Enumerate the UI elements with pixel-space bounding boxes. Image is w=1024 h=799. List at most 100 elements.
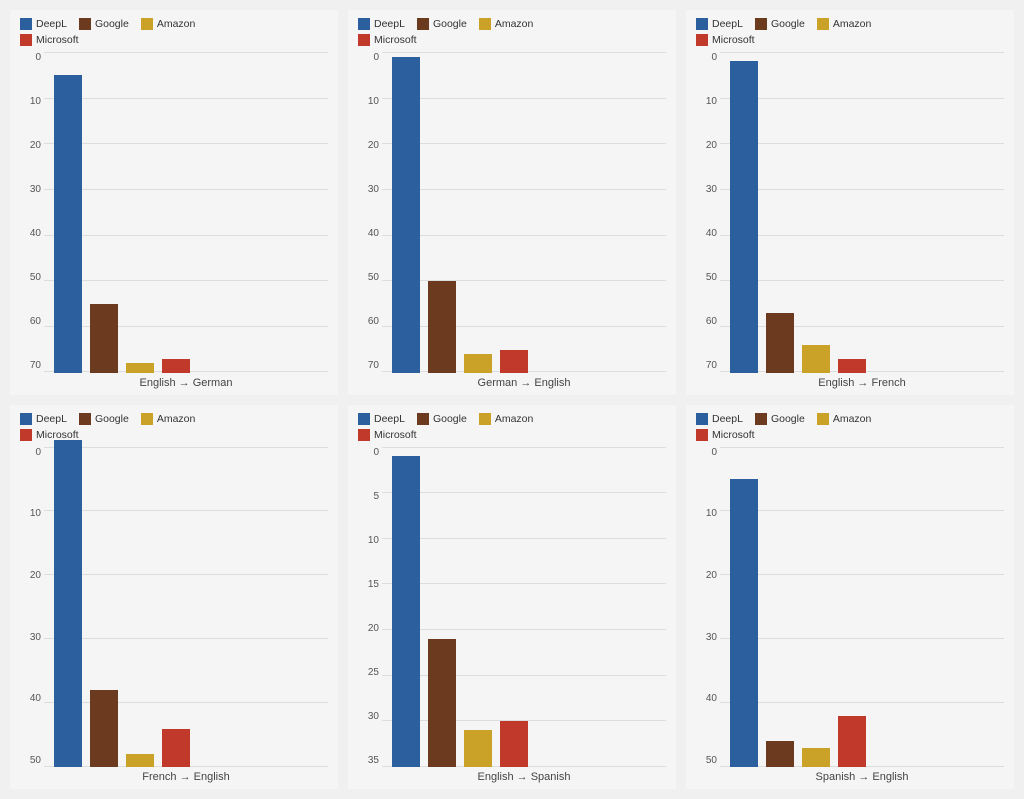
legend-swatch-google xyxy=(755,18,767,30)
bars-container-fr-en xyxy=(44,447,328,768)
bar-deepl xyxy=(392,57,420,373)
legend-swatch-google xyxy=(755,413,767,425)
bars-container-en-fr xyxy=(720,52,1004,373)
y-tick: 50 xyxy=(696,755,717,766)
y-tick: 30 xyxy=(358,184,379,195)
bars-inner-en-es xyxy=(382,447,666,768)
y-tick: 60 xyxy=(696,316,717,327)
bars-inner-en-de xyxy=(44,52,328,373)
legend-swatch-microsoft xyxy=(20,429,32,441)
legend-label-google: Google xyxy=(771,18,805,30)
legend-label-google: Google xyxy=(771,413,805,425)
bar-deepl xyxy=(54,440,82,767)
y-tick: 0 xyxy=(20,52,41,63)
legend-item-amazon: Amazon xyxy=(817,413,872,425)
chart-cell-es-en: DeepLGoogleAmazonMicrosoft50403020100Spa… xyxy=(686,405,1014,790)
chart-body-en-fr: 706050403020100 xyxy=(696,52,1004,373)
legend-en-fr: DeepL Google Amazon Microsoft xyxy=(696,18,1004,46)
legend-item-microsoft: Microsoft xyxy=(358,429,417,441)
legend-label-google: Google xyxy=(433,413,467,425)
legend-swatch-google xyxy=(79,18,91,30)
y-tick: 40 xyxy=(20,693,41,704)
bar-microsoft xyxy=(500,350,528,373)
legend-swatch-amazon xyxy=(479,413,491,425)
chart-body-de-en: 706050403020100 xyxy=(358,52,666,373)
bars-inner-fr-en xyxy=(44,447,328,768)
bar-amazon xyxy=(802,345,830,372)
y-tick: 10 xyxy=(696,508,717,519)
y-tick: 10 xyxy=(358,535,379,546)
legend-item-amazon: Amazon xyxy=(817,18,872,30)
chart-title-es-en: Spanish → English xyxy=(696,771,1004,783)
bar-microsoft xyxy=(838,716,866,767)
legend-item-deepl: DeepL xyxy=(20,18,67,30)
y-axis-en-de: 706050403020100 xyxy=(20,52,44,373)
legend-swatch-google xyxy=(417,18,429,30)
chart-cell-de-en: DeepLGoogleAmazonMicrosoft70605040302010… xyxy=(348,10,676,395)
chart-cell-en-fr: DeepLGoogleAmazonMicrosoft70605040302010… xyxy=(686,10,1014,395)
y-tick: 20 xyxy=(358,140,379,151)
legend-swatch-deepl xyxy=(696,18,708,30)
y-tick: 30 xyxy=(20,632,41,643)
chart-title-en-es: English → Spanish xyxy=(358,771,666,783)
y-tick: 0 xyxy=(358,447,379,458)
legend-label-microsoft: Microsoft xyxy=(712,34,755,46)
legend-label-google: Google xyxy=(95,413,129,425)
y-tick: 20 xyxy=(696,570,717,581)
legend-label-deepl: DeepL xyxy=(374,18,405,30)
y-tick: 20 xyxy=(696,140,717,151)
legend-label-microsoft: Microsoft xyxy=(36,429,79,441)
legend-label-amazon: Amazon xyxy=(495,18,534,30)
legend-item-deepl: DeepL xyxy=(696,18,743,30)
bar-amazon xyxy=(464,354,492,372)
legend-label-microsoft: Microsoft xyxy=(36,34,79,46)
y-tick: 50 xyxy=(696,272,717,283)
legend-fr-en: DeepL Google Amazon Microsoft xyxy=(20,413,328,441)
legend-label-google: Google xyxy=(95,18,129,30)
bar-deepl xyxy=(54,75,82,373)
legend-label-deepl: DeepL xyxy=(712,18,743,30)
bars-inner-en-fr xyxy=(720,52,1004,373)
legend-label-amazon: Amazon xyxy=(833,18,872,30)
y-tick: 40 xyxy=(696,693,717,704)
legend-de-en: DeepLGoogleAmazonMicrosoft xyxy=(358,18,666,46)
legend-label-deepl: DeepL xyxy=(36,413,67,425)
bars-inner-es-en xyxy=(720,447,1004,768)
bars-container-es-en xyxy=(720,447,1004,768)
bar-google xyxy=(90,304,118,373)
y-tick: 50 xyxy=(358,272,379,283)
legend-swatch-amazon xyxy=(479,18,491,30)
legend-swatch-microsoft xyxy=(358,429,370,441)
legend-label-microsoft: Microsoft xyxy=(374,34,417,46)
legend-swatch-deepl xyxy=(358,413,370,425)
legend-swatch-deepl xyxy=(696,413,708,425)
y-tick: 40 xyxy=(358,228,379,239)
y-tick: 70 xyxy=(358,360,379,371)
legend-swatch-deepl xyxy=(20,413,32,425)
legend-swatch-amazon xyxy=(817,413,829,425)
y-tick: 20 xyxy=(20,570,41,581)
y-tick: 10 xyxy=(20,96,41,107)
y-tick: 30 xyxy=(696,632,717,643)
legend-en-de: DeepLGoogleAmazonMicrosoft xyxy=(20,18,328,46)
legend-swatch-microsoft xyxy=(20,34,32,46)
chart-area-en-es: 35302520151050English → Spanish xyxy=(358,447,666,784)
chart-body-fr-en: 50403020100 xyxy=(20,447,328,768)
legend-en-es: DeepLGoogleAmazonMicrosoft xyxy=(358,413,666,441)
legend-item-google: Google xyxy=(755,413,805,425)
legend-item-google: Google xyxy=(79,18,129,30)
legend-item-microsoft: Microsoft xyxy=(20,34,79,46)
bar-google xyxy=(90,690,118,767)
y-tick: 25 xyxy=(358,667,379,678)
y-tick: 50 xyxy=(20,272,41,283)
chart-title-de-en: German → English xyxy=(358,377,666,389)
chart-area-es-en: 50403020100Spanish → English xyxy=(696,447,1004,784)
y-tick: 50 xyxy=(20,755,41,766)
legend-swatch-deepl xyxy=(20,18,32,30)
legend-label-amazon: Amazon xyxy=(157,413,196,425)
legend-es-en: DeepLGoogleAmazonMicrosoft xyxy=(696,413,1004,441)
legend-swatch-google xyxy=(79,413,91,425)
y-tick: 70 xyxy=(696,360,717,371)
bar-microsoft xyxy=(162,359,190,373)
y-tick: 20 xyxy=(20,140,41,151)
